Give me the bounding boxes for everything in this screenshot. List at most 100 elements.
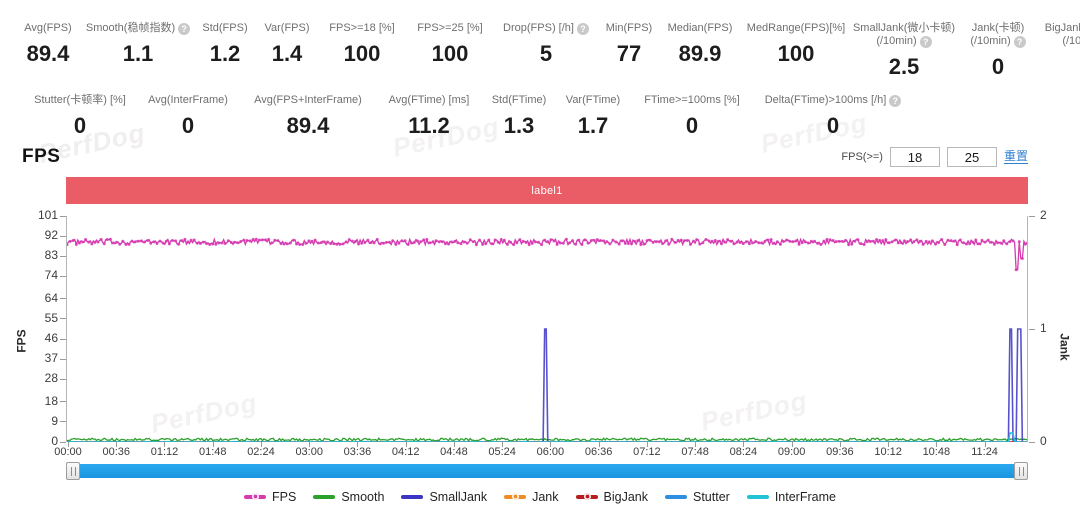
series-marker-fps — [267, 238, 270, 241]
series-marker-fps — [301, 243, 304, 246]
legend-label: SmallJank — [429, 490, 487, 504]
series-marker-fps — [748, 242, 751, 245]
series-marker-fps — [317, 241, 320, 244]
help-icon[interactable]: ? — [889, 95, 901, 107]
series-marker-fps — [115, 241, 118, 244]
series-marker-fps — [847, 243, 850, 246]
series-marker-fps — [767, 239, 770, 242]
series-marker-fps — [407, 243, 410, 246]
slider-track[interactable] — [66, 464, 1028, 478]
series-marker-fps — [683, 239, 686, 242]
series-marker-fps — [444, 242, 447, 245]
legend-item[interactable]: InterFrame — [747, 490, 836, 504]
series-marker-fps — [332, 242, 335, 245]
y2-tick-label: 0 — [1040, 434, 1047, 448]
series-marker-fps — [655, 240, 658, 243]
series-marker-fps — [838, 240, 841, 243]
series-marker-fps — [943, 243, 946, 246]
series-marker-fps — [549, 238, 552, 241]
series-marker-fps — [382, 242, 385, 245]
metric-label-line1: FPS>=18 [%] — [329, 22, 394, 34]
series-marker-fps — [177, 243, 180, 246]
help-icon[interactable]: ? — [577, 23, 589, 35]
metric-label: Avg(FTime) [ms] — [389, 94, 470, 107]
series-marker-fps — [732, 242, 735, 245]
series-marker-fps — [531, 242, 534, 245]
series-marker-fps — [987, 239, 990, 242]
slider-handle-left[interactable] — [66, 462, 80, 480]
series-marker-fps — [587, 242, 590, 245]
x-tick-label: 03:00 — [295, 446, 323, 458]
metrics-summary: Avg(FPS)89.4Smooth(稳帧指数)?1.1Std(FPS)1.2V… — [0, 0, 1080, 139]
metric-value: 11.2 — [408, 113, 450, 139]
series-marker-fps — [345, 240, 348, 243]
series-marker-fps — [171, 239, 174, 242]
help-icon[interactable]: ? — [178, 23, 190, 35]
metric-value: 0 — [827, 113, 839, 139]
reset-button[interactable]: 重置 — [1004, 150, 1028, 164]
series-marker-fps — [1018, 240, 1021, 243]
series-marker-fps — [118, 243, 121, 246]
series-marker-fps — [242, 239, 245, 242]
series-marker-fps — [466, 242, 469, 245]
y-tick-label: 83 — [0, 248, 58, 262]
metric-label-line1: Drop(FPS) [/h] — [503, 22, 574, 34]
series-marker-fps — [128, 243, 131, 246]
help-icon[interactable]: ? — [920, 36, 932, 48]
series-marker-fps — [106, 238, 109, 241]
series-marker-fps — [376, 238, 379, 241]
x-tick-label: 06:00 — [537, 446, 565, 458]
x-tick-label: 10:48 — [923, 446, 951, 458]
x-tick-label: 04:12 — [392, 446, 420, 458]
legend-item[interactable]: FPS — [244, 490, 296, 504]
series-marker-fps — [776, 240, 779, 243]
series-marker-fps — [853, 240, 856, 243]
slider-handle-right[interactable] — [1014, 462, 1028, 480]
series-marker-fps — [931, 239, 934, 242]
series-marker-fps — [580, 243, 583, 246]
series-marker-fps — [825, 238, 828, 241]
series-marker-fps — [205, 242, 208, 245]
plot-area[interactable] — [66, 216, 1028, 442]
series-marker-fps — [832, 239, 835, 242]
series-marker-fps — [159, 240, 162, 243]
series-marker-fps — [162, 242, 165, 245]
legend-item[interactable]: Jank — [504, 490, 558, 504]
series-marker-fps — [763, 240, 766, 243]
metric-value: 0 — [992, 54, 1004, 80]
series-marker-fps — [413, 241, 416, 244]
series-marker-fps — [717, 240, 720, 243]
series-marker-fps — [295, 242, 298, 245]
fps-threshold-low-input[interactable] — [890, 147, 940, 167]
legend-item[interactable]: Smooth — [313, 490, 384, 504]
series-marker-fps — [180, 239, 183, 242]
series-marker-fps — [686, 239, 689, 242]
series-marker-fps — [813, 240, 816, 243]
metric-label: Std(FTime) — [492, 94, 547, 107]
series-marker-fps — [798, 243, 801, 246]
legend-item[interactable]: Stutter — [665, 490, 730, 504]
fps-threshold-high-input[interactable] — [947, 147, 997, 167]
series-marker-fps — [149, 242, 152, 245]
series-marker-fps — [236, 241, 239, 244]
legend-item[interactable]: BigJank — [576, 490, 648, 504]
series-marker-fps — [667, 243, 670, 246]
time-range-slider[interactable] — [66, 462, 1028, 480]
series-marker-fps — [860, 242, 863, 245]
help-icon[interactable]: ? — [1014, 36, 1026, 48]
series-marker-fps — [794, 240, 797, 243]
legend-swatch-icon — [747, 495, 769, 499]
series-marker-fps — [152, 240, 155, 243]
series-marker-fps — [252, 238, 255, 241]
legend-item[interactable]: SmallJank — [401, 490, 487, 504]
series-marker-fps — [745, 240, 748, 243]
series-marker-fps — [621, 239, 624, 242]
metric-label: SmallJank(微小卡顿)(/10min)? — [853, 22, 955, 48]
y2-tick-mark — [1029, 329, 1035, 330]
series-marker-fps — [211, 243, 214, 246]
series-marker-fps — [593, 239, 596, 242]
series-marker-fps — [1008, 240, 1011, 243]
series-marker-fps — [109, 238, 112, 241]
series-marker-fps — [918, 240, 921, 243]
metric-label: MedRange(FPS)[%] — [747, 22, 845, 35]
